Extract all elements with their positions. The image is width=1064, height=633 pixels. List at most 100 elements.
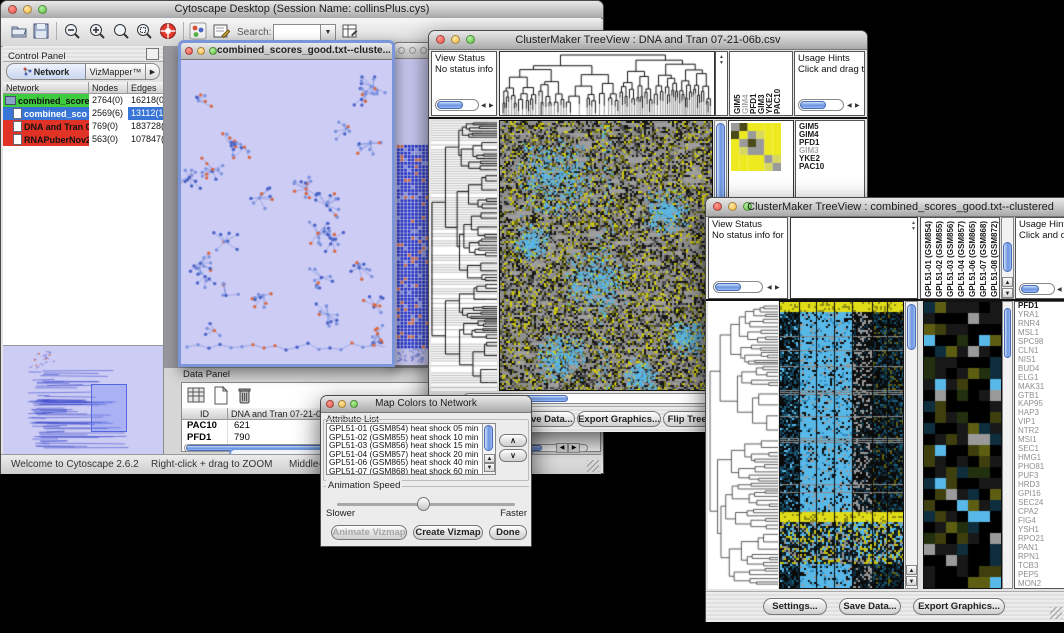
scroll-down-icon[interactable]: ▼ <box>484 463 495 472</box>
network-row[interactable]: combined_scores2764(0)16218(0) <box>3 94 163 107</box>
search-input[interactable] <box>273 24 323 41</box>
gene-label[interactable]: MON2 <box>1015 580 1064 589</box>
resize-grip[interactable] <box>587 460 599 472</box>
attribute-list[interactable]: GPL51-01 (GSM854) heat shock 05 minGPL51… <box>326 423 496 475</box>
col-nodes[interactable]: Nodes <box>89 82 128 94</box>
vizmapper-nodes-icon[interactable] <box>189 22 207 40</box>
vscroll-thumb[interactable] <box>484 425 493 451</box>
network-row-name[interactable]: DNA and Tran 07 <box>3 120 89 133</box>
tv2-hints-scrollbar[interactable] <box>1019 283 1055 295</box>
select-attributes-icon[interactable] <box>187 386 206 405</box>
scroll-right-icon[interactable]: ▶ <box>855 101 860 111</box>
splitter-down-icon[interactable]: ▼ <box>716 60 727 66</box>
scroll-left-icon[interactable]: ◀ <box>767 283 772 293</box>
column-label[interactable]: GPL51-08 (GSM872) <box>990 219 999 297</box>
tv2-zoom-vscrollbar[interactable] <box>1002 301 1013 589</box>
zoom-in-icon[interactable] <box>88 22 106 40</box>
birdseye-view[interactable] <box>3 345 163 455</box>
network-row-name[interactable]: combined_scores <box>3 94 89 107</box>
tv1-zoom-heatmap[interactable] <box>731 123 781 171</box>
zoom-out-icon[interactable] <box>63 22 81 40</box>
column-label[interactable]: GPL51-07 (GSM868) <box>979 219 988 297</box>
done-button[interactable]: Done <box>489 525 527 540</box>
scroll-up-icon[interactable]: ▲ <box>484 454 495 463</box>
network-row[interactable]: DNA and Tran 07769(0)183728(0) <box>3 120 163 133</box>
tv1-status-scrollbar[interactable] <box>435 99 479 111</box>
vscroll-thumb[interactable] <box>1003 242 1012 272</box>
tv2-zoom-heatmap[interactable] <box>923 301 1002 589</box>
close-icon[interactable] <box>185 47 193 55</box>
tv2-row-dendrogram[interactable] <box>708 301 778 589</box>
create-vizmap-button[interactable]: Create Vizmap <box>413 525 483 540</box>
tv1-column-dendrogram[interactable] <box>499 51 715 116</box>
tv1-hints-scrollbar[interactable] <box>798 99 844 111</box>
cytoscape-titlebar[interactable]: Cytoscape Desktop (Session Name: collins… <box>1 1 603 19</box>
move-up-button[interactable]: ∧ <box>499 434 527 447</box>
zoom-fit-icon[interactable] <box>112 22 130 40</box>
column-label[interactable]: PAC10 <box>773 53 782 114</box>
export-graphics-button[interactable]: Export Graphics... <box>577 411 661 427</box>
network2-canvas[interactable] <box>394 59 429 364</box>
attribute-item[interactable]: GPL51-07 (GSM868) heat shock 60 min <box>327 467 495 475</box>
treeview1-titlebar[interactable]: ClusterMaker TreeView : DNA and Tran 07-… <box>429 31 867 50</box>
network-row[interactable]: RNAPuberNov2+563(0)107847(0) <box>3 133 163 146</box>
network1-titlebar[interactable]: combined_scores_good.txt--cluste... <box>181 43 392 60</box>
data-col-id[interactable]: ID <box>182 408 228 420</box>
birdseye-viewport-rect[interactable] <box>91 384 127 432</box>
minimize-icon[interactable] <box>197 47 205 55</box>
save-data-button[interactable]: Save Data... <box>839 598 901 615</box>
scroll-right-icon[interactable]: ▶ <box>489 101 494 111</box>
scroll-left-icon[interactable]: ◀ <box>481 101 486 111</box>
column-label[interactable]: GPL51-03 (GSM856) <box>946 219 955 297</box>
save-icon[interactable] <box>32 22 50 40</box>
network1-canvas[interactable] <box>181 60 392 364</box>
gene-label[interactable]: PAC10 <box>799 163 824 171</box>
scroll-left-icon[interactable]: ◀ <box>1057 285 1062 295</box>
tv2-column-tree-area[interactable]: ▲▼ <box>790 217 918 299</box>
network-row-name[interactable]: RNAPuberNov2+ <box>3 133 89 146</box>
help-lifering-icon[interactable] <box>159 22 177 40</box>
tv2-status-scrollbar[interactable] <box>713 281 763 293</box>
scroll-right-icon[interactable]: ▶ <box>568 443 580 453</box>
scroll-down-icon[interactable]: ▼ <box>906 576 917 586</box>
resize-grip[interactable] <box>1050 607 1062 619</box>
network-row-name[interactable]: combined_sco <box>3 107 89 120</box>
column-label[interactable]: GPL51-06 (GSM865) <box>968 219 977 297</box>
tv1-column-splitter[interactable]: ▲ ▼ <box>715 51 728 116</box>
delete-attribute-trash-icon[interactable] <box>235 386 254 405</box>
splitter-arrows-icon[interactable]: ▲▼ <box>911 220 916 232</box>
tv2-collabel-scrollbar[interactable]: ▲ ▼ <box>1001 217 1014 299</box>
col-network[interactable]: Network <box>3 82 89 94</box>
scroll-left-icon[interactable]: ◀ <box>556 443 568 453</box>
tv2-heatmap-vscrollbar[interactable]: ▲ ▼ <box>905 301 918 589</box>
scroll-down-icon[interactable]: ▼ <box>1002 288 1013 298</box>
export-graphics-button[interactable]: Export Graphics... <box>913 598 1005 615</box>
tv1-heatmap[interactable] <box>499 120 713 391</box>
animation-slider-thumb[interactable] <box>417 497 430 511</box>
scroll-right-icon[interactable]: ▶ <box>775 283 780 293</box>
column-label[interactable]: GPL51-02 (GSM855) <box>935 219 944 297</box>
tab-network[interactable]: Network <box>6 63 86 80</box>
minimize-icon[interactable] <box>409 47 416 54</box>
vscroll-thumb[interactable] <box>907 304 916 350</box>
annotation-icon[interactable] <box>212 22 230 40</box>
attribute-table-icon[interactable] <box>341 22 359 40</box>
new-attribute-icon[interactable] <box>211 386 230 405</box>
attribute-list-scrollbar[interactable]: ▲ ▼ <box>482 424 495 474</box>
zoom-window-icon[interactable] <box>209 47 217 55</box>
column-label[interactable]: GPL51-04 (GSM857) <box>957 219 966 297</box>
birdseye-canvas[interactable] <box>3 346 163 454</box>
scroll-up-icon[interactable]: ▲ <box>1002 277 1013 287</box>
settings-button[interactable]: Settings... <box>763 598 827 615</box>
treeview2-titlebar[interactable]: ClusterMaker TreeView : combined_scores_… <box>706 198 1064 217</box>
zoom-window-icon[interactable] <box>420 47 427 54</box>
network2-titlebar[interactable] <box>394 43 429 59</box>
zoom-selected-icon[interactable] <box>135 22 153 40</box>
tab-overflow-icon[interactable]: ▶ <box>146 63 160 80</box>
dialog-titlebar[interactable]: Map Colors to Network <box>321 396 531 413</box>
splitter-up-icon[interactable]: ▲ <box>716 52 727 60</box>
tv2-heatmap[interactable] <box>779 301 904 589</box>
tv1-row-dendrogram[interactable] <box>431 120 497 391</box>
scroll-up-icon[interactable]: ▲ <box>906 565 917 575</box>
move-down-button[interactable]: ∨ <box>499 449 527 462</box>
